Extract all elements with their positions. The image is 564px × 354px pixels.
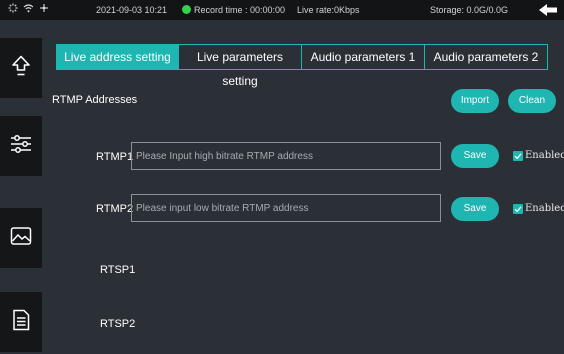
wifi-icon bbox=[23, 3, 34, 16]
tab-audio-parameters-2[interactable]: Audio parameters 2 bbox=[425, 45, 547, 69]
tab-audio-parameters-1[interactable]: Audio parameters 1 bbox=[302, 45, 425, 69]
sidebar-item-gallery[interactable] bbox=[0, 208, 42, 268]
checkmark-icon bbox=[514, 206, 522, 213]
tab-live-parameters-setting[interactable]: Live parameters setting bbox=[179, 45, 302, 88]
rtmp2-enabled-label: Enabled bbox=[525, 203, 564, 214]
sidebar-item-logs[interactable] bbox=[0, 292, 42, 352]
rtmp1-enabled-label: Enabled bbox=[525, 150, 564, 161]
rtsp2-label: RTSP2 bbox=[100, 318, 136, 330]
settings-tabs: Live address setting Live parameters set… bbox=[56, 44, 548, 88]
network-icon bbox=[39, 3, 49, 16]
rtmp2-save-button[interactable]: Save bbox=[451, 197, 499, 221]
sliders-icon bbox=[10, 134, 32, 159]
rtsp1-label: RTSP1 bbox=[100, 264, 136, 276]
rtmp2-enabled-checkbox[interactable] bbox=[513, 204, 523, 214]
tab-live-address-setting[interactable]: Live address setting bbox=[57, 45, 179, 69]
back-arrow-icon[interactable] bbox=[538, 3, 558, 17]
record-indicator-icon bbox=[182, 5, 191, 14]
status-date: 2021-09-03 10:21 bbox=[96, 5, 168, 15]
rtmp2-label: RTMP2 bbox=[96, 203, 134, 215]
live-rate: Live rate:0Kbps bbox=[297, 5, 360, 15]
rtmp1-address-input[interactable] bbox=[131, 142, 441, 170]
clean-button[interactable]: Clean bbox=[508, 89, 556, 113]
status-icons bbox=[8, 3, 49, 16]
storage-status: Storage: 0.0G/0.0G bbox=[430, 5, 509, 15]
record-time: Record time : 00:00:00 bbox=[194, 5, 286, 15]
image-icon bbox=[10, 226, 32, 251]
import-button[interactable]: Import bbox=[451, 89, 499, 113]
rtmp1-enabled-checkbox[interactable] bbox=[513, 151, 523, 161]
loading-icon bbox=[8, 3, 18, 16]
section-title: RTMP Addresses bbox=[52, 94, 138, 106]
rtmp1-save-button[interactable]: Save bbox=[451, 144, 499, 168]
rtmp2-address-input[interactable] bbox=[131, 194, 441, 222]
sidebar-item-settings[interactable] bbox=[0, 116, 42, 176]
rtmp1-label: RTMP1 bbox=[96, 151, 134, 163]
document-icon bbox=[12, 309, 30, 336]
sidebar-item-upload[interactable] bbox=[0, 38, 42, 98]
status-bar: 2021-09-03 10:21 Record time : 00:00:00 … bbox=[0, 0, 564, 20]
checkmark-icon bbox=[514, 153, 522, 160]
upload-arrow-icon bbox=[11, 55, 31, 82]
sidebar bbox=[0, 20, 42, 354]
